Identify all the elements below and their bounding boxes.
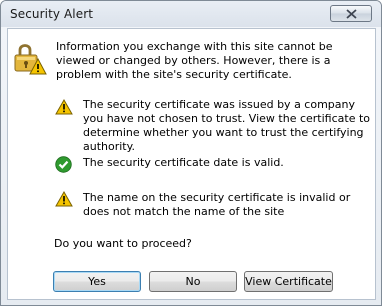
proceed-question: Do you want to proceed? [54,237,192,250]
intro-text: Information you exchange with this site … [56,40,333,81]
lock-icon [14,44,47,75]
security-alert-dialog: Security Alert Information you exchange … [0,0,382,306]
close-icon [346,9,357,19]
warning-name-mismatch: The name on the security certificate is … [83,191,351,218]
status-date-valid: The security certificate date is valid. [83,156,284,169]
close-button[interactable] [330,5,372,22]
title-bar[interactable]: Security Alert [1,1,381,27]
warning-untrusted-issuer: The security certificate was issued by a… [83,98,370,153]
view-certificate-button[interactable]: View Certificate [244,271,333,292]
check-icon [55,156,72,173]
warning-icon [55,191,73,207]
window-title: Security Alert [10,7,94,21]
dialog-body: Information you exchange with this site … [7,28,376,300]
warning-icon [55,99,73,115]
yes-button[interactable]: Yes [53,271,141,292]
no-button[interactable]: No [149,271,237,292]
